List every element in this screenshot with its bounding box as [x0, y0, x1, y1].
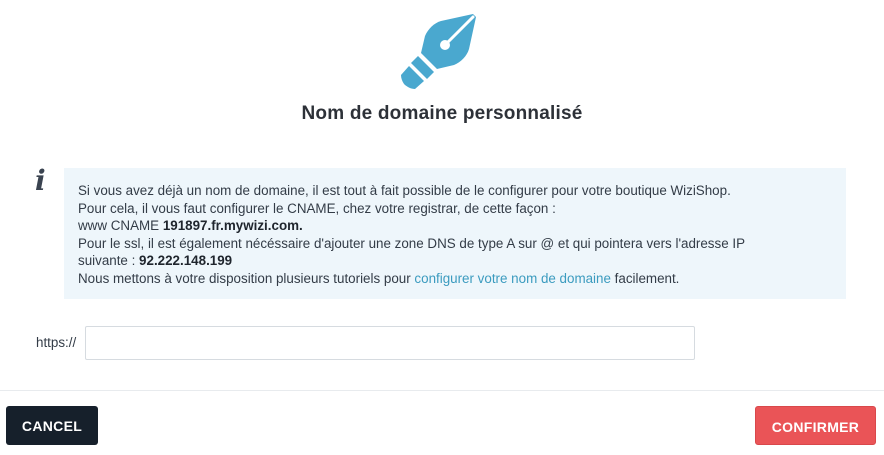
- info-line: Pour cela, il vous faut configurer le CN…: [78, 200, 556, 216]
- tutorial-link[interactable]: configurer votre nom de domaine: [414, 271, 611, 286]
- cname-target: 191897.fr.mywizi.com.: [162, 218, 303, 233]
- info-line: Nous mettons à votre disposition plusieu…: [78, 270, 832, 288]
- info-box: Si vous avez déjà un nom de domaine, il …: [64, 168, 846, 299]
- ip-prefix: suivante :: [78, 253, 140, 268]
- cname-prefix: www CNAME: [78, 218, 163, 233]
- tutorial-suffix: facilement.: [610, 270, 680, 286]
- confirm-button[interactable]: CONFIRMER: [755, 406, 876, 445]
- fountain-pen-nib-icon: [401, 14, 476, 89]
- cancel-button[interactable]: CANCEL: [6, 406, 98, 445]
- tutorial-prefix: Nous mettons à votre disposition plusieu…: [78, 270, 415, 286]
- page-title: Nom de domaine personnalisé: [301, 103, 583, 124]
- info-line: Si vous avez déjà un nom de domaine, il …: [78, 183, 731, 198]
- custom-domain-dialog: Nom de domaine personnalisé i Si vous av…: [0, 0, 884, 455]
- info-line: suivante : 92.222.148.199: [78, 252, 832, 270]
- info-line: Pour le ssl, il est également nécéssaire…: [78, 235, 746, 251]
- url-prefix-label: https://: [36, 335, 77, 350]
- domain-input[interactable]: [85, 326, 695, 360]
- ip-address: 92.222.148.199: [139, 253, 233, 268]
- info-line: www CNAME 191897.fr.mywizi.com.: [78, 217, 832, 235]
- info-icon: i: [35, 164, 46, 197]
- footer-divider: [0, 390, 884, 391]
